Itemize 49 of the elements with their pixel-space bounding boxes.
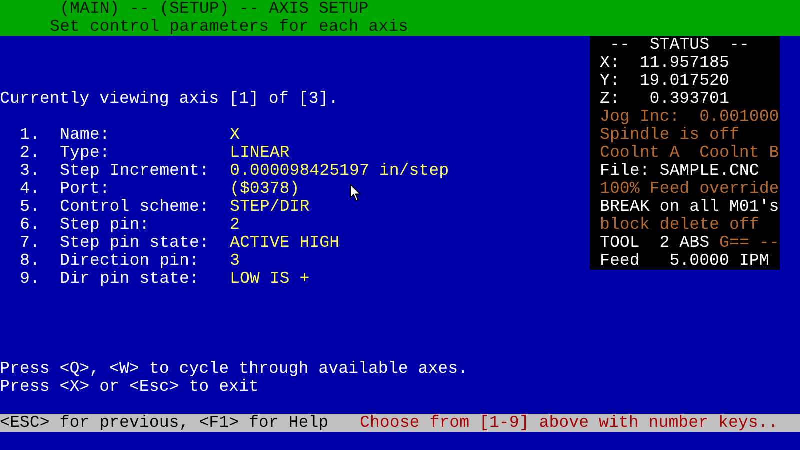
status-text: Jog Inc: 0.001000 <box>600 108 780 126</box>
status-text: Z: 0.393701 <box>600 90 730 108</box>
mouse-pointer-icon <box>350 184 361 202</box>
status-text: BREAK on all M01's <box>600 198 780 216</box>
setting-label: Type: <box>60 144 111 162</box>
setting-value: 0.000098425197 in/step <box>230 162 450 180</box>
status-text: X: 11.957185 <box>600 54 730 72</box>
status-text: Y: 19.017520 <box>600 72 730 90</box>
setting-value: STEP/DIR <box>230 198 310 216</box>
setting-value: LINEAR <box>230 144 290 162</box>
item-number: 2. <box>20 144 41 162</box>
item-number: 5. <box>20 198 41 216</box>
setting-label: Step pin state: <box>60 234 210 252</box>
setting-value: ACTIVE HIGH <box>230 234 340 252</box>
item-number: 7. <box>20 234 41 252</box>
axis-indicator: Currently viewing axis [1] of [3]. <box>0 90 339 108</box>
setting-value: X <box>230 126 240 144</box>
item-number: 9. <box>20 270 41 288</box>
prompt-text: Choose from [1-9] above with number keys.. <box>360 414 778 432</box>
setting-label: Step Increment: <box>60 162 210 180</box>
status-text: Spindle is off <box>600 126 740 144</box>
setting-value: 2 <box>230 216 240 234</box>
item-number: 3. <box>20 162 41 180</box>
item-number: 6. <box>20 216 41 234</box>
setting-value: LOW IS + <box>230 270 310 288</box>
status-text: Coolnt A Coolnt B <box>600 144 780 162</box>
setting-label: Control scheme: <box>60 198 210 216</box>
setting-value: ($0378) <box>230 180 300 198</box>
status-text: TOOL 2 ABS <box>600 234 710 252</box>
item-number: 1. <box>20 126 41 144</box>
status-text: -- STATUS -- <box>610 36 750 54</box>
status-text: 100% Feed override <box>600 180 780 198</box>
setting-label: Step pin: <box>60 216 151 234</box>
setting-label: Port: <box>60 180 111 198</box>
status-text: Feed 5.0000 IPM <box>600 252 770 270</box>
status-text: File: SAMPLE.CNC <box>600 162 760 180</box>
instruction-text: Press <X> or <Esc> to exit <box>0 378 259 396</box>
setting-label: Name: <box>60 126 111 144</box>
screen-subtitle: Set control parameters for each axis <box>49 18 408 36</box>
help-text: <ESC> for previous, <F1> for Help <box>0 414 330 432</box>
setting-value: 3 <box>230 252 240 270</box>
instruction-text: Press <Q>, <W> to cycle through available axes. <box>0 360 468 378</box>
status-text: G== -- <box>720 234 780 252</box>
item-number: 4. <box>20 180 41 198</box>
setting-label: Dir pin state: <box>60 270 200 288</box>
status-text: block delete off <box>600 216 760 234</box>
setting-label: Direction pin: <box>60 252 200 270</box>
screen-title: (MAIN) -- (SETUP) -- AXIS SETUP <box>59 0 369 18</box>
item-number: 8. <box>20 252 41 270</box>
